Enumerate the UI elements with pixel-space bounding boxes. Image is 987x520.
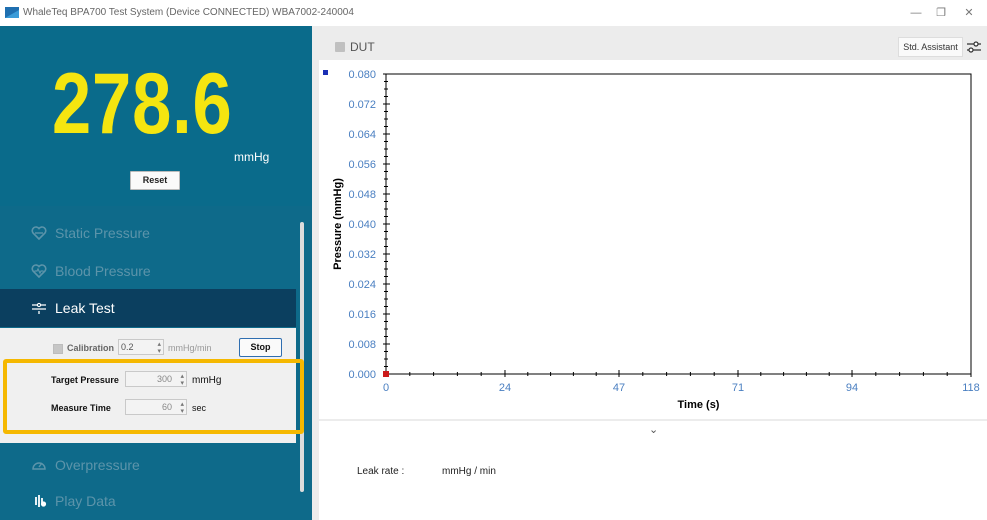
x-tick-label: 118 xyxy=(962,382,980,394)
calibration-input[interactable]: 0.2 ▴ ▾ xyxy=(118,339,164,355)
pressure-display: 278.6 mmHg Reset xyxy=(0,26,312,206)
close-button[interactable]: ✕ xyxy=(959,4,979,22)
leak-rate-label: Leak rate : xyxy=(357,466,405,477)
y-tick-label: 0.064 xyxy=(348,129,376,141)
chart-svg: 0.000 0.008 0.016 0.024 0.032 0.040 0.048 0.056… xyxy=(323,69,980,411)
plot-frame xyxy=(385,73,972,375)
nav-item-label: Overpressure xyxy=(55,457,140,473)
window-title: WhaleTeq BPA700 Test System (Device CONN… xyxy=(23,7,354,18)
left-panel: 278.6 mmHg Reset Static Pressure Blood P… xyxy=(0,26,312,520)
app-logo-icon xyxy=(5,7,19,18)
x-tick-label: 47 xyxy=(613,382,625,394)
pressure-value: 278.6 xyxy=(52,56,233,152)
y-tick-label: 0.016 xyxy=(348,309,376,321)
y-tick-label: 0.040 xyxy=(348,219,376,231)
nav-item-overpressure[interactable]: Overpressure xyxy=(0,446,296,484)
y-tick-label: 0.056 xyxy=(348,159,376,171)
nav-item-label: Blood Pressure xyxy=(55,263,151,279)
dut-label: DUT xyxy=(350,40,375,54)
y-tick-label: 0.000 xyxy=(348,369,376,381)
reset-button[interactable]: Reset xyxy=(130,171,180,190)
calibration-label: Calibration xyxy=(67,343,115,353)
calibration-checkbox[interactable] xyxy=(53,344,63,354)
right-panel: DUT Std. Assistant 0.000 0.008 0.016 0.024 0… xyxy=(312,26,987,520)
gauge-icon xyxy=(30,456,48,474)
highlight-box xyxy=(3,359,304,434)
nav-item-label: Play Data xyxy=(55,493,116,509)
dut-checkbox[interactable] xyxy=(335,42,345,52)
calibration-unit: mmHg/min xyxy=(168,343,212,353)
y-tick-label: 0.048 xyxy=(348,189,376,201)
nav-item-play-data[interactable]: Play Data xyxy=(0,482,296,520)
scrollbar-thumb[interactable] xyxy=(300,222,304,492)
y-tick-label: 0.032 xyxy=(348,249,376,261)
pressure-unit: mmHg xyxy=(234,150,270,164)
nav-item-label: Leak Test xyxy=(55,300,115,316)
std-assistant-button[interactable]: Std. Assistant xyxy=(898,37,963,57)
leak-rate-unit: mmHg / min xyxy=(442,466,496,477)
legend-swatch xyxy=(323,70,328,75)
restore-button[interactable]: ❐ xyxy=(931,4,951,22)
title-bar: WhaleTeq BPA700 Test System (Device CONN… xyxy=(0,0,987,26)
spin-arrows-icon[interactable]: ▴ ▾ xyxy=(157,341,161,355)
origin-marker xyxy=(383,371,389,377)
stop-button[interactable]: Stop xyxy=(239,338,282,357)
x-tick-label: 24 xyxy=(499,382,511,394)
y-axis-label: Pressure (mmHg) xyxy=(332,178,344,270)
chevron-down-icon[interactable]: ⌄ xyxy=(649,423,658,436)
dut-toolbar: DUT Std. Assistant xyxy=(312,36,987,58)
sliders-icon[interactable] xyxy=(966,39,982,55)
x-axis-label: Time (s) xyxy=(678,399,720,411)
heart-pulse-icon xyxy=(30,262,48,280)
minimize-button[interactable]: — xyxy=(906,4,926,22)
pressure-chart: 0.000 0.008 0.016 0.024 0.032 0.040 0.048 0.056… xyxy=(319,60,987,419)
calibration-value: 0.2 xyxy=(121,342,134,352)
leak-icon xyxy=(30,299,48,317)
nav-item-static-pressure[interactable]: Static Pressure xyxy=(0,214,296,252)
y-tick-label: 0.072 xyxy=(348,99,376,111)
x-tick-label: 0 xyxy=(383,382,389,394)
y-tick-label: 0.008 xyxy=(348,339,376,351)
y-tick-label: 0.024 xyxy=(348,279,376,291)
x-tick-label: 71 xyxy=(732,382,744,394)
heart-pressure-icon xyxy=(30,224,48,242)
result-panel: ⌄ Leak rate : mmHg / min xyxy=(319,421,987,520)
y-tick-label: 0.080 xyxy=(348,69,376,81)
nav-item-blood-pressure[interactable]: Blood Pressure xyxy=(0,252,296,290)
waveform-icon xyxy=(30,492,48,510)
nav-item-leak-test[interactable]: Leak Test xyxy=(0,289,296,327)
x-tick-label: 94 xyxy=(846,382,858,394)
nav-item-label: Static Pressure xyxy=(55,225,150,241)
